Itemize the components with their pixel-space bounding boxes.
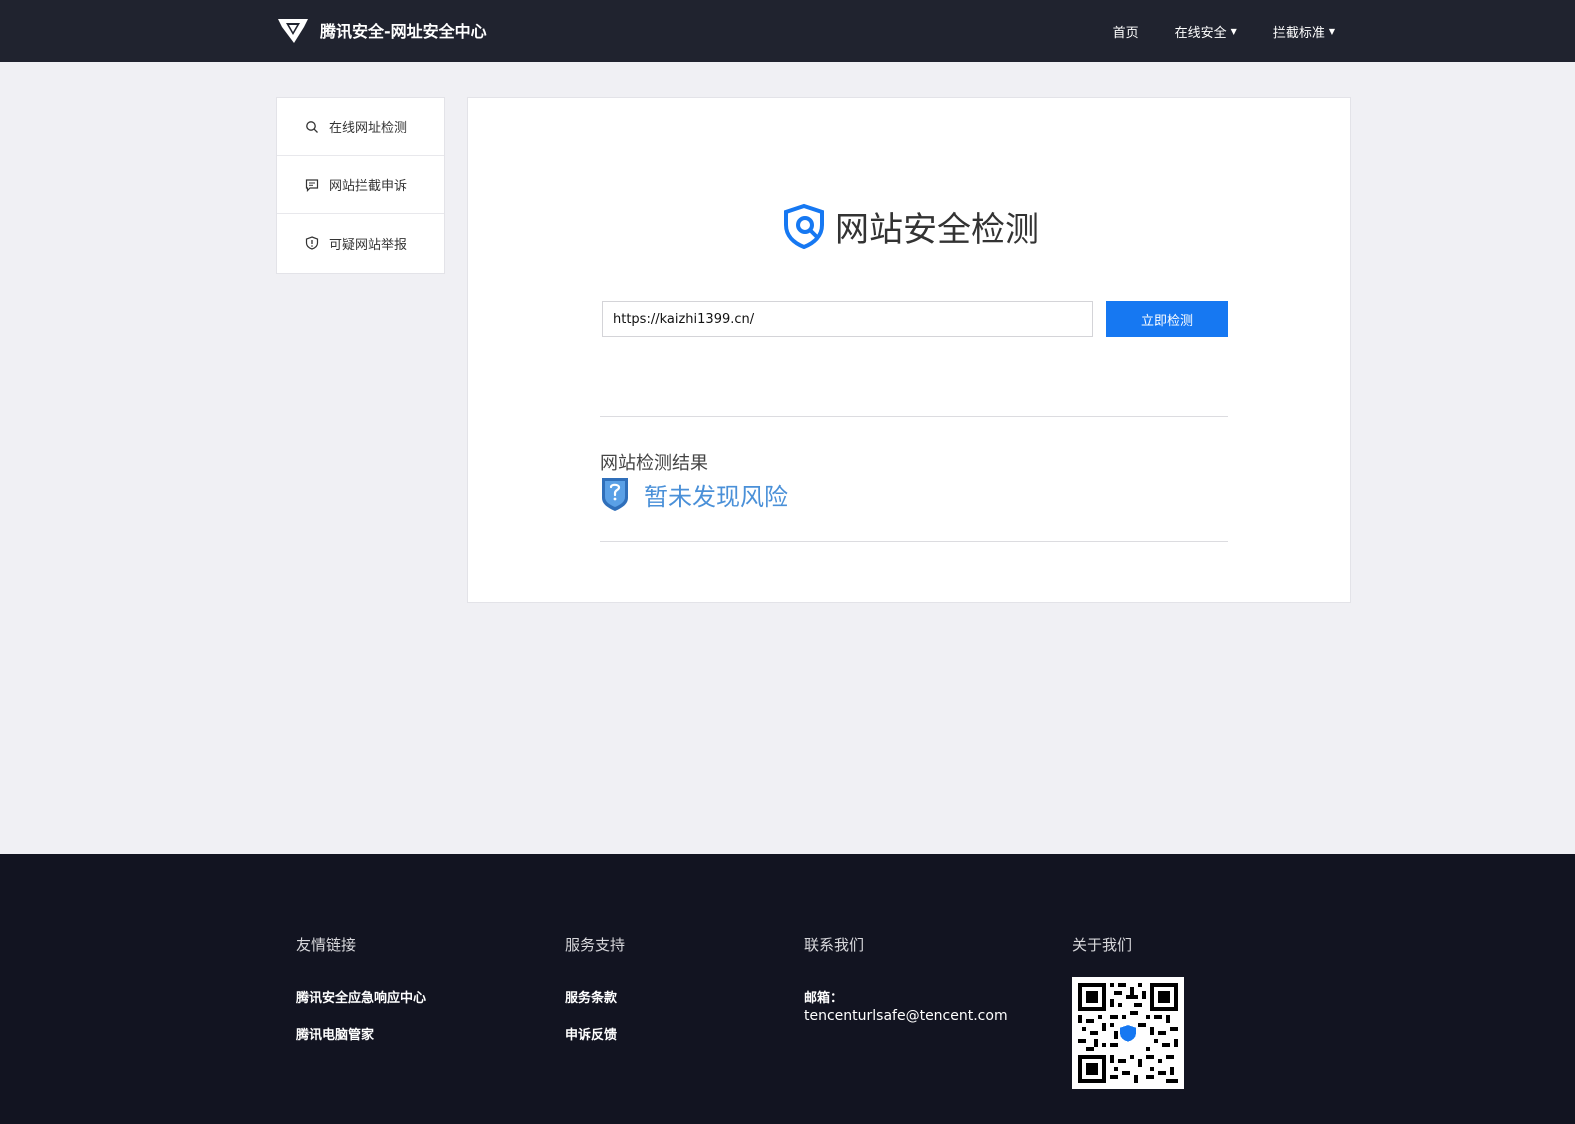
sidebar-item-label: 可疑网站举报 (329, 237, 408, 253)
divider (600, 416, 1228, 417)
main-panel: 网站安全检测 立即检测 网站检测结果 暂未发现风险 (467, 97, 1351, 603)
qr-code-icon (1078, 983, 1178, 1083)
brand[interactable]: 腾讯安全-网址安全中心 (276, 12, 487, 48)
mail-address[interactable]: tencenturlsafe@tencent.com (804, 1008, 1008, 1024)
page-title: 网站安全检测 (835, 209, 1039, 250)
divider (600, 541, 1228, 542)
result-row: 暂未发现风险 (600, 476, 788, 512)
result-status: 暂未发现风险 (644, 482, 788, 511)
sidebar-item-report[interactable]: 可疑网站举报 (277, 214, 444, 272)
sidebar-item-appeal[interactable]: 网站拦截申诉 (277, 156, 444, 214)
footer-col-support: 服务支持 服务条款 申诉反馈 (565, 934, 625, 1061)
nav-home[interactable]: 首页 (1113, 22, 1139, 41)
footer-col-friend-links: 友情链接 腾讯安全应急响应中心 腾讯电脑管家 (296, 934, 426, 1061)
check-now-button[interactable]: 立即检测 (1106, 301, 1228, 337)
caret-down-icon: ▼ (1230, 26, 1237, 36)
qr-code (1072, 977, 1184, 1089)
nav-block-standard-label: 拦截标准 (1272, 25, 1325, 41)
footer-link-terms[interactable]: 服务条款 (565, 987, 625, 1006)
search-icon (306, 120, 318, 133)
footer-col-title: 服务支持 (565, 936, 626, 954)
shield-search-icon (784, 203, 824, 249)
brand-title: 腾讯安全-网址安全中心 (320, 22, 487, 41)
main-nav: 首页 在线安全 ▼ 拦截标准 ▼ (1113, 0, 1335, 62)
footer-col-title: 关于我们 (1072, 936, 1133, 954)
sidebar-item-url-check[interactable]: 在线网址检测 (277, 98, 444, 156)
result-label: 网站检测结果 (600, 453, 708, 474)
top-navbar: 腾讯安全-网址安全中心 首页 在线安全 ▼ 拦截标准 ▼ (0, 0, 1575, 62)
nav-home-label: 首页 (1112, 25, 1139, 41)
tencent-security-logo-icon (278, 19, 308, 43)
sidebar-item-label: 在线网址检测 (329, 121, 408, 136)
caret-down-icon: ▼ (1328, 26, 1335, 36)
hero-heading: 网站安全检测 (781, 202, 1039, 250)
sidebar: 在线网址检测 网站拦截申诉 可疑网站举报 (276, 97, 445, 274)
footer-link-tsrc[interactable]: 腾讯安全应急响应中心 (296, 987, 426, 1006)
footer-col-title: 友情链接 (296, 936, 357, 954)
footer-col-about: 关于我们 (1072, 934, 1184, 1089)
shield-alert-icon (305, 236, 319, 250)
footer: 友情链接 腾讯安全应急响应中心 腾讯电脑管家 服务支持 服务条款 申诉反馈 联系… (0, 854, 1575, 1124)
shield-question-icon (602, 478, 628, 511)
footer-link-feedback[interactable]: 申诉反馈 (565, 1024, 625, 1043)
mail-label: 邮箱： (804, 991, 844, 1006)
nav-online-security-label: 在线安全 (1174, 25, 1227, 41)
footer-link-pc-manager[interactable]: 腾讯电脑管家 (296, 1024, 426, 1043)
footer-col-title: 联系我们 (804, 936, 865, 954)
url-input[interactable] (602, 301, 1093, 337)
message-icon (305, 178, 319, 192)
nav-block-standard[interactable]: 拦截标准 ▼ (1273, 22, 1335, 41)
sidebar-item-label: 网站拦截申诉 (329, 179, 408, 194)
nav-online-security[interactable]: 在线安全 ▼ (1175, 22, 1237, 41)
footer-col-contact: 联系我们 邮箱： tencenturlsafe@tencent.com (804, 934, 1008, 1024)
